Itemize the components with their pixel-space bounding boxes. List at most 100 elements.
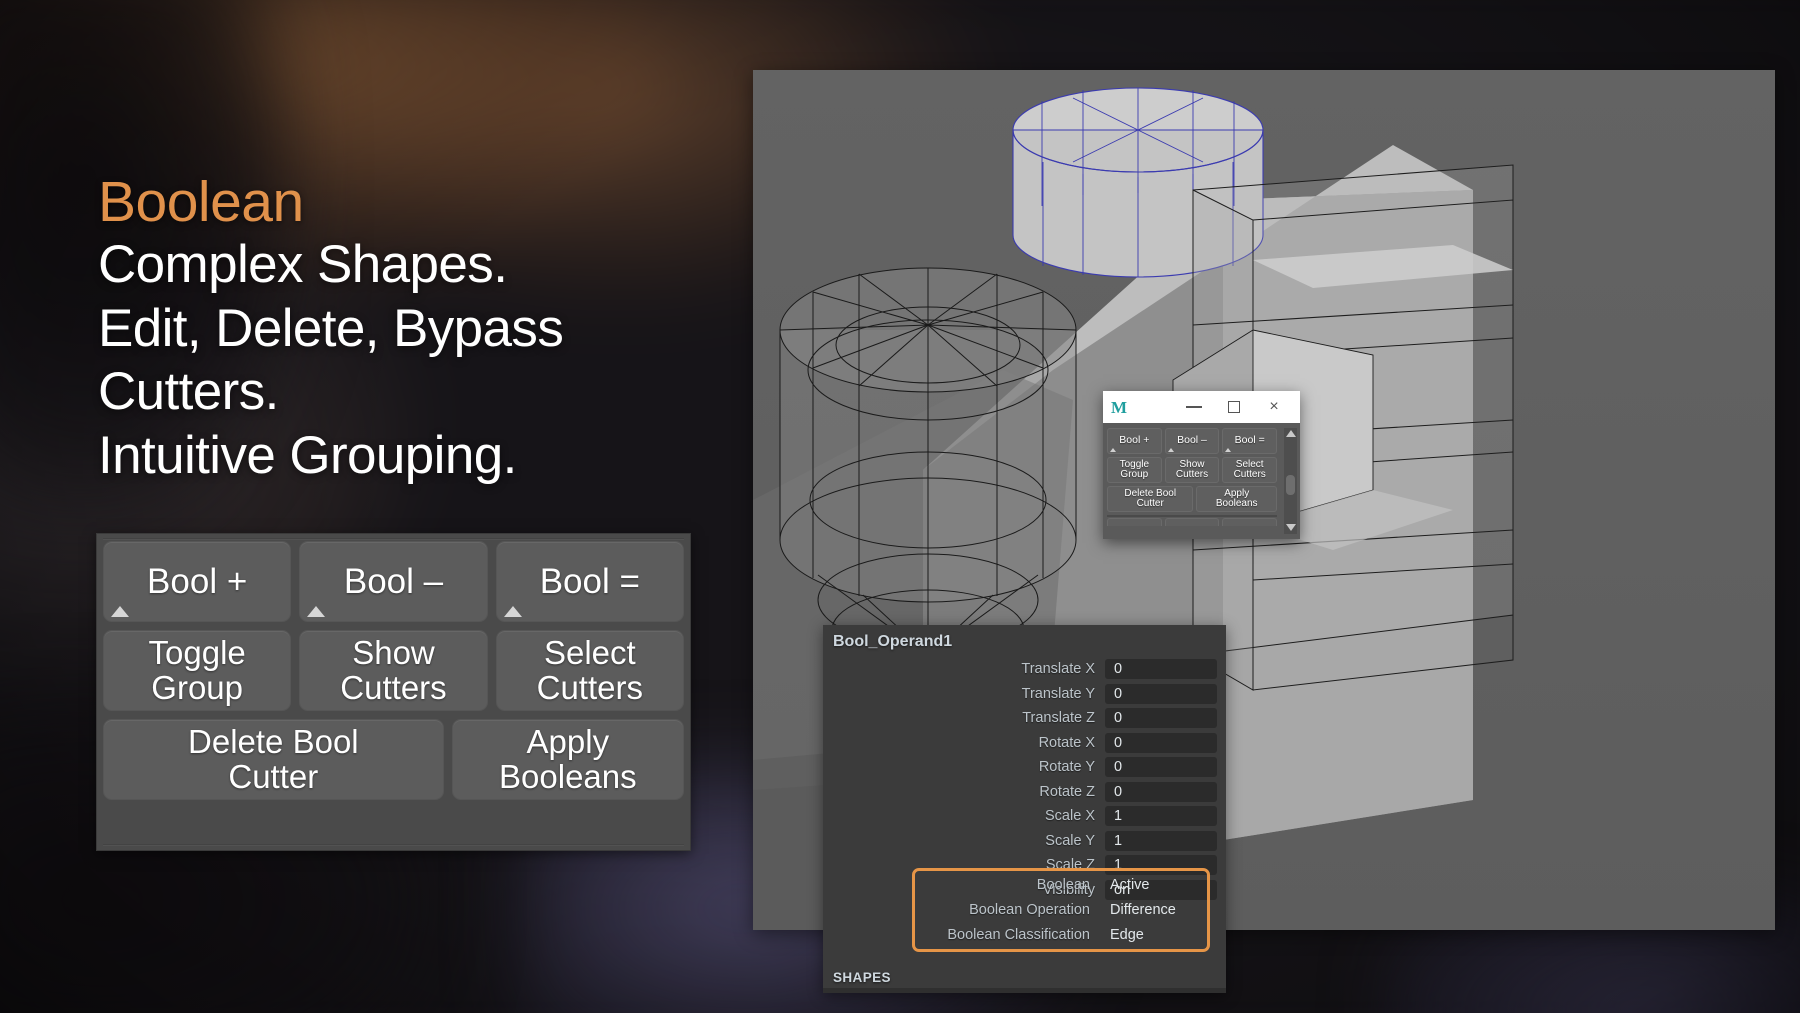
select-cutters-line1: Select: [544, 634, 636, 671]
attr-row-translate-z[interactable]: Translate Z 0: [823, 706, 1217, 731]
tw-select-cutters-line2: Cutters: [1234, 469, 1266, 480]
attr-label: Scale X: [823, 808, 1105, 824]
attr-row-scale-x[interactable]: Scale X 1: [823, 804, 1217, 829]
bool-equals-label: Bool =: [540, 564, 640, 599]
attr-row-translate-x[interactable]: Translate X 0: [823, 657, 1217, 682]
attribute-object-name: Bool_Operand1: [823, 625, 1226, 657]
attr-label: Translate Y: [823, 686, 1105, 702]
tool-window-body: Bool + Bool – Bool = ToggleGroup: [1103, 423, 1300, 539]
maximize-icon: [1228, 401, 1240, 413]
attr-label: Boolean Classification: [912, 927, 1100, 943]
headline-line-3: Cutters.: [98, 361, 798, 422]
attr-row-translate-y[interactable]: Translate Y 0: [823, 682, 1217, 707]
bool-plus-label: Bool +: [147, 564, 247, 599]
delete-bool-cutter-line2: Cutter: [228, 758, 318, 795]
attr-value-field[interactable]: 0: [1105, 708, 1217, 728]
apply-booleans-button[interactable]: ApplyBooleans: [452, 719, 684, 800]
minimize-icon: [1186, 406, 1202, 408]
tw-apply-booleans-line1: Apply: [1224, 488, 1249, 499]
boolean-tool-window[interactable]: M × Bool + Bool –: [1103, 391, 1300, 539]
attr-value-field[interactable]: Edge: [1100, 925, 1210, 945]
attr-value-field[interactable]: 0: [1105, 757, 1217, 777]
tw-delete-bool-cutter-line2: Cutter: [1137, 498, 1164, 509]
toggle-group-button[interactable]: ToggleGroup: [103, 630, 291, 711]
attr-value-field[interactable]: 0: [1105, 733, 1217, 753]
delete-bool-cutter-button[interactable]: Delete BoolCutter: [103, 719, 444, 800]
window-titlebar[interactable]: M ×: [1103, 391, 1300, 423]
toggle-group-line2: Group: [151, 669, 243, 706]
tw-show-cutters-line2: Cutters: [1176, 469, 1208, 480]
tw-partial-button-2[interactable]: [1165, 518, 1220, 526]
attr-row-boolean-operation[interactable]: Boolean Operation Difference: [912, 897, 1210, 922]
tw-bool-plus-button[interactable]: Bool +: [1107, 428, 1162, 454]
shapes-section-label: SHAPES: [833, 970, 891, 985]
tw-select-cutters-button[interactable]: SelectCutters: [1222, 457, 1277, 483]
attr-label: Rotate Y: [823, 759, 1105, 775]
attr-value-field[interactable]: 1: [1105, 831, 1217, 851]
attr-row-boolean[interactable]: Boolean Active: [912, 872, 1210, 897]
bool-equals-button[interactable]: Bool =: [496, 541, 684, 622]
tw-show-cutters-button[interactable]: ShowCutters: [1165, 457, 1220, 483]
tw-bool-equals-label: Bool =: [1235, 435, 1265, 446]
popup-arrow-icon: [1110, 448, 1116, 452]
popup-arrow-icon: [111, 606, 129, 617]
close-button[interactable]: ×: [1254, 393, 1294, 421]
attr-value-field[interactable]: 0: [1105, 782, 1217, 802]
select-cutters-button[interactable]: SelectCutters: [496, 630, 684, 711]
popup-arrow-icon: [504, 606, 522, 617]
attr-label: Translate X: [823, 661, 1105, 677]
show-cutters-line2: Cutters: [340, 669, 446, 706]
attribute-panel-bottom-bar: [823, 988, 1226, 993]
attr-row-rotate-y[interactable]: Rotate Y 0: [823, 755, 1217, 780]
attr-row-scale-y[interactable]: Scale Y 1: [823, 829, 1217, 854]
tw-select-cutters-line1: Select: [1236, 459, 1264, 470]
popup-arrow-icon: [307, 606, 325, 617]
show-cutters-line1: Show: [352, 634, 435, 671]
attr-value-field[interactable]: Difference: [1100, 900, 1210, 920]
tool-button-grid: Bool + Bool – Bool = ToggleGroup: [1107, 428, 1277, 526]
attr-label: Boolean Operation: [912, 902, 1100, 918]
attr-row-rotate-z[interactable]: Rotate Z 0: [823, 780, 1217, 805]
attr-row-rotate-x[interactable]: Rotate X 0: [823, 731, 1217, 756]
bool-minus-label: Bool –: [344, 564, 443, 599]
attr-label: Translate Z: [823, 710, 1105, 726]
tool-window-scrollbar[interactable]: [1284, 428, 1297, 534]
tw-delete-bool-cutter-button[interactable]: Delete BoolCutter: [1107, 486, 1193, 512]
shelf-row-3: Delete BoolCutter ApplyBooleans: [103, 719, 684, 800]
attr-value-field[interactable]: Active: [1100, 875, 1210, 895]
attr-value-field[interactable]: 0: [1105, 659, 1217, 679]
tw-apply-booleans-button[interactable]: ApplyBooleans: [1196, 486, 1277, 512]
bool-plus-button[interactable]: Bool +: [103, 541, 291, 622]
tool-window-divider: [1107, 515, 1277, 517]
tw-bool-minus-button[interactable]: Bool –: [1165, 428, 1220, 454]
maximize-button[interactable]: [1214, 393, 1254, 421]
scroll-up-arrow-icon[interactable]: [1286, 430, 1296, 437]
scrollbar-thumb[interactable]: [1286, 475, 1295, 495]
tool-row-partial: [1107, 518, 1277, 526]
minimize-button[interactable]: [1174, 393, 1214, 421]
attr-row-boolean-classification[interactable]: Boolean Classification Edge: [912, 922, 1210, 947]
show-cutters-button[interactable]: ShowCutters: [299, 630, 487, 711]
bool-minus-button[interactable]: Bool –: [299, 541, 487, 622]
attribute-editor-panel[interactable]: Bool_Operand1 Translate X 0 Translate Y …: [823, 625, 1226, 993]
tw-show-cutters-line1: Show: [1180, 459, 1205, 470]
tw-bool-equals-button[interactable]: Bool =: [1222, 428, 1277, 454]
toggle-group-line1: Toggle: [149, 634, 246, 671]
tw-bool-plus-label: Bool +: [1119, 435, 1149, 446]
tw-bool-minus-label: Bool –: [1177, 435, 1207, 446]
attr-value-field[interactable]: 1: [1105, 806, 1217, 826]
attr-label: Boolean: [912, 877, 1100, 893]
tool-row-2: ToggleGroup ShowCutters SelectCutters: [1107, 457, 1277, 483]
transform-attribute-list: Translate X 0 Translate Y 0 Translate Z …: [823, 657, 1226, 902]
headline-line-4: Intuitive Grouping.: [98, 425, 798, 486]
tw-toggle-group-button[interactable]: ToggleGroup: [1107, 457, 1162, 483]
shelf-top-divider: [103, 538, 684, 540]
tw-partial-button-1[interactable]: [1107, 518, 1162, 526]
headline-line-1: Complex Shapes.: [98, 234, 798, 295]
scroll-down-arrow-icon[interactable]: [1286, 524, 1296, 531]
tw-partial-button-3[interactable]: [1222, 518, 1277, 526]
boolean-shelf-panel[interactable]: Bool + Bool – Bool = ToggleGroup ShowCut…: [96, 533, 691, 851]
tw-toggle-group-line2: Group: [1120, 469, 1148, 480]
attr-value-field[interactable]: 0: [1105, 684, 1217, 704]
popup-arrow-icon: [1168, 448, 1174, 452]
